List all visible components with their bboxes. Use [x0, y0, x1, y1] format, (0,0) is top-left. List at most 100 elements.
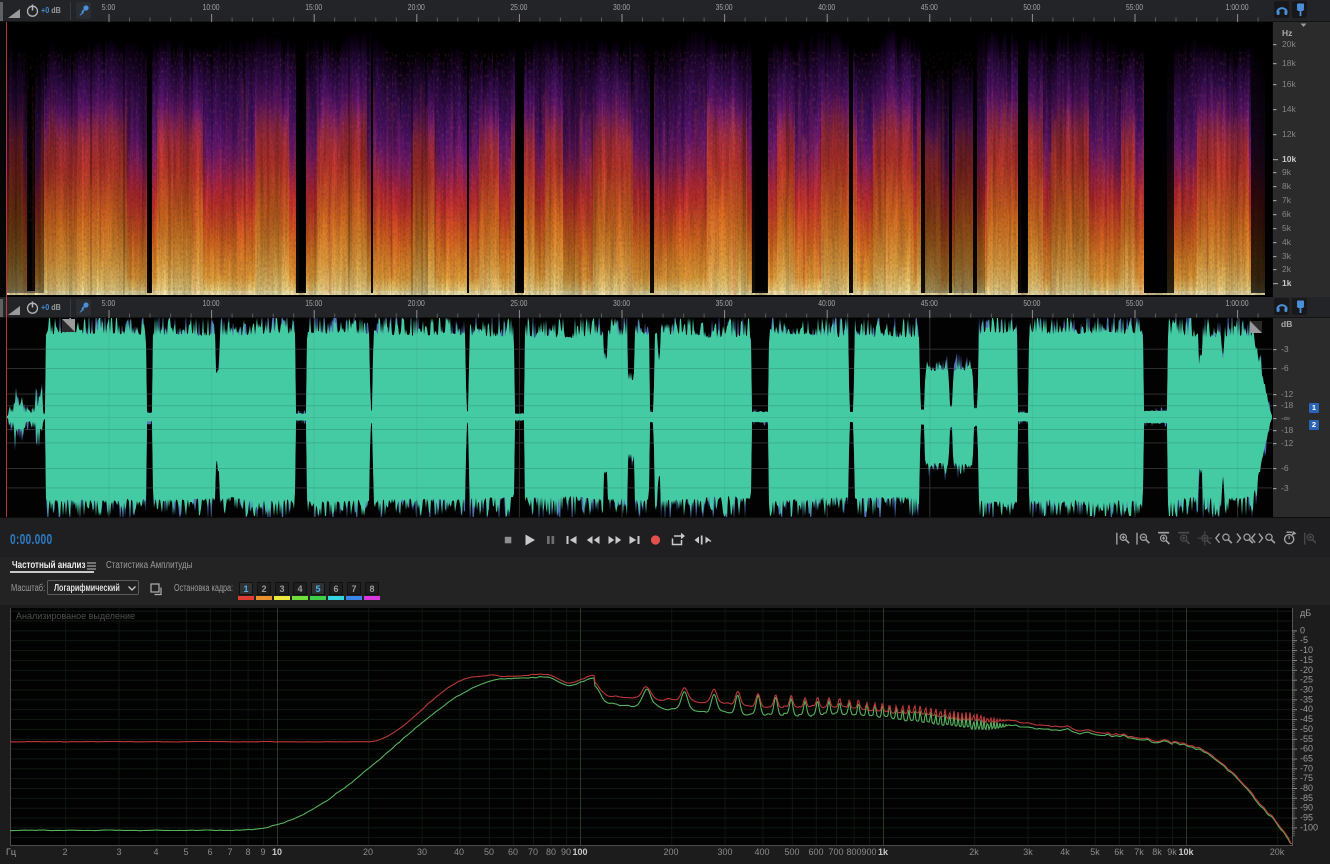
svg-text:Гц: Гц — [6, 847, 16, 857]
svg-text:5k: 5k — [1090, 847, 1100, 857]
svg-text:45:00: 45:00 — [921, 3, 938, 12]
svg-text:40:00: 40:00 — [818, 299, 835, 308]
svg-text:-45: -45 — [1300, 714, 1313, 724]
svg-text:35:00: 35:00 — [716, 3, 733, 12]
svg-text:50:00: 50:00 — [1023, 3, 1040, 12]
svg-text:8k: 8k — [1152, 847, 1162, 857]
svg-text:800: 800 — [846, 847, 861, 857]
svg-text:-3: -3 — [1281, 483, 1289, 493]
svg-text:20: 20 — [363, 847, 373, 857]
svg-text:4k: 4k — [1282, 237, 1292, 247]
svg-text:7k: 7k — [1134, 847, 1144, 857]
svg-text:200: 200 — [663, 847, 678, 857]
svg-text:400: 400 — [754, 847, 769, 857]
svg-text:2k: 2k — [969, 847, 979, 857]
svg-text:55:00: 55:00 — [1126, 3, 1143, 12]
svg-text:80: 80 — [546, 847, 556, 857]
svg-text:3k: 3k — [1282, 251, 1292, 261]
svg-text:10k: 10k — [1178, 847, 1194, 857]
svg-text:1:00:00: 1:00:00 — [1226, 3, 1249, 12]
svg-text:20k: 20k — [1282, 39, 1296, 49]
svg-text:15:00: 15:00 — [305, 299, 322, 308]
svg-text:5:00: 5:00 — [102, 299, 116, 308]
svg-text:1k: 1k — [1282, 278, 1292, 288]
svg-text:4: 4 — [153, 847, 158, 857]
svg-text:1k: 1k — [878, 847, 889, 857]
svg-text:дБ: дБ — [1300, 608, 1311, 618]
svg-text:-85: -85 — [1300, 793, 1313, 803]
svg-text:-75: -75 — [1300, 773, 1313, 783]
svg-text:-25: -25 — [1300, 675, 1313, 685]
svg-text:18k: 18k — [1282, 58, 1296, 68]
svg-text:25:00: 25:00 — [510, 299, 527, 308]
svg-text:-6: -6 — [1281, 463, 1289, 473]
svg-text:14k: 14k — [1282, 104, 1296, 114]
svg-text:-35: -35 — [1300, 694, 1313, 704]
svg-text:-18: -18 — [1281, 400, 1294, 410]
svg-text:3k: 3k — [1023, 847, 1033, 857]
svg-text:30:00: 30:00 — [613, 299, 630, 308]
svg-text:-15: -15 — [1300, 655, 1313, 665]
svg-text:6k: 6k — [1114, 847, 1124, 857]
svg-text:-60: -60 — [1300, 744, 1313, 754]
svg-text:90: 90 — [561, 847, 571, 857]
svg-text:30: 30 — [417, 847, 427, 857]
svg-text:6k: 6k — [1282, 209, 1292, 219]
svg-text:12k: 12k — [1282, 129, 1296, 139]
svg-text:25:00: 25:00 — [510, 3, 527, 12]
svg-text:-100: -100 — [1300, 822, 1318, 832]
svg-text:-50: -50 — [1300, 724, 1313, 734]
svg-text:Hz: Hz — [1282, 28, 1292, 38]
svg-text:9k: 9k — [1282, 167, 1292, 177]
svg-text:20:00: 20:00 — [408, 3, 425, 12]
svg-text:100: 100 — [572, 847, 587, 857]
svg-text:10k: 10k — [1282, 154, 1296, 164]
svg-text:-55: -55 — [1300, 734, 1313, 744]
svg-text:2: 2 — [62, 847, 67, 857]
svg-text:8k: 8k — [1282, 181, 1292, 191]
svg-text:-95: -95 — [1300, 813, 1313, 823]
svg-text:7k: 7k — [1282, 195, 1292, 205]
svg-text:2k: 2k — [1282, 264, 1292, 274]
svg-text:500: 500 — [784, 847, 799, 857]
svg-text:6: 6 — [207, 847, 212, 857]
svg-text:10:00: 10:00 — [203, 299, 220, 308]
svg-text:-80: -80 — [1300, 783, 1313, 793]
svg-text:-40: -40 — [1300, 704, 1313, 714]
svg-text:600: 600 — [808, 847, 823, 857]
svg-text:-90: -90 — [1300, 803, 1313, 813]
svg-text:5: 5 — [183, 847, 188, 857]
svg-text:-30: -30 — [1300, 685, 1313, 695]
svg-text:-3: -3 — [1281, 344, 1289, 354]
svg-text:-12: -12 — [1281, 389, 1294, 399]
svg-text:10: 10 — [272, 847, 282, 857]
svg-text:55:00: 55:00 — [1126, 299, 1143, 308]
svg-text:-∞: -∞ — [1281, 413, 1290, 423]
svg-text:40: 40 — [454, 847, 464, 857]
svg-text:20k: 20k — [1270, 847, 1285, 857]
svg-text:1:00:00: 1:00:00 — [1226, 299, 1249, 308]
svg-text:0: 0 — [1300, 625, 1305, 635]
svg-text:8: 8 — [245, 847, 250, 857]
svg-text:20:00: 20:00 — [408, 299, 425, 308]
svg-text:10:00: 10:00 — [203, 3, 220, 12]
svg-text:-65: -65 — [1300, 754, 1313, 764]
svg-text:60: 60 — [508, 847, 518, 857]
svg-text:70: 70 — [528, 847, 538, 857]
svg-text:30:00: 30:00 — [613, 3, 630, 12]
svg-text:50: 50 — [484, 847, 494, 857]
svg-text:700: 700 — [828, 847, 843, 857]
svg-text:16k: 16k — [1282, 79, 1296, 89]
svg-text:-18: -18 — [1281, 425, 1294, 435]
svg-text:4k: 4k — [1060, 847, 1070, 857]
svg-text:300: 300 — [717, 847, 732, 857]
svg-text:9k: 9k — [1167, 847, 1177, 857]
svg-text:900: 900 — [861, 847, 876, 857]
svg-text:-20: -20 — [1300, 665, 1313, 675]
svg-text:9: 9 — [260, 847, 265, 857]
svg-text:dB: dB — [1281, 319, 1292, 329]
svg-text:-70: -70 — [1300, 763, 1313, 773]
svg-text:-12: -12 — [1281, 438, 1294, 448]
svg-text:5:00: 5:00 — [102, 3, 116, 12]
svg-text:3: 3 — [116, 847, 121, 857]
